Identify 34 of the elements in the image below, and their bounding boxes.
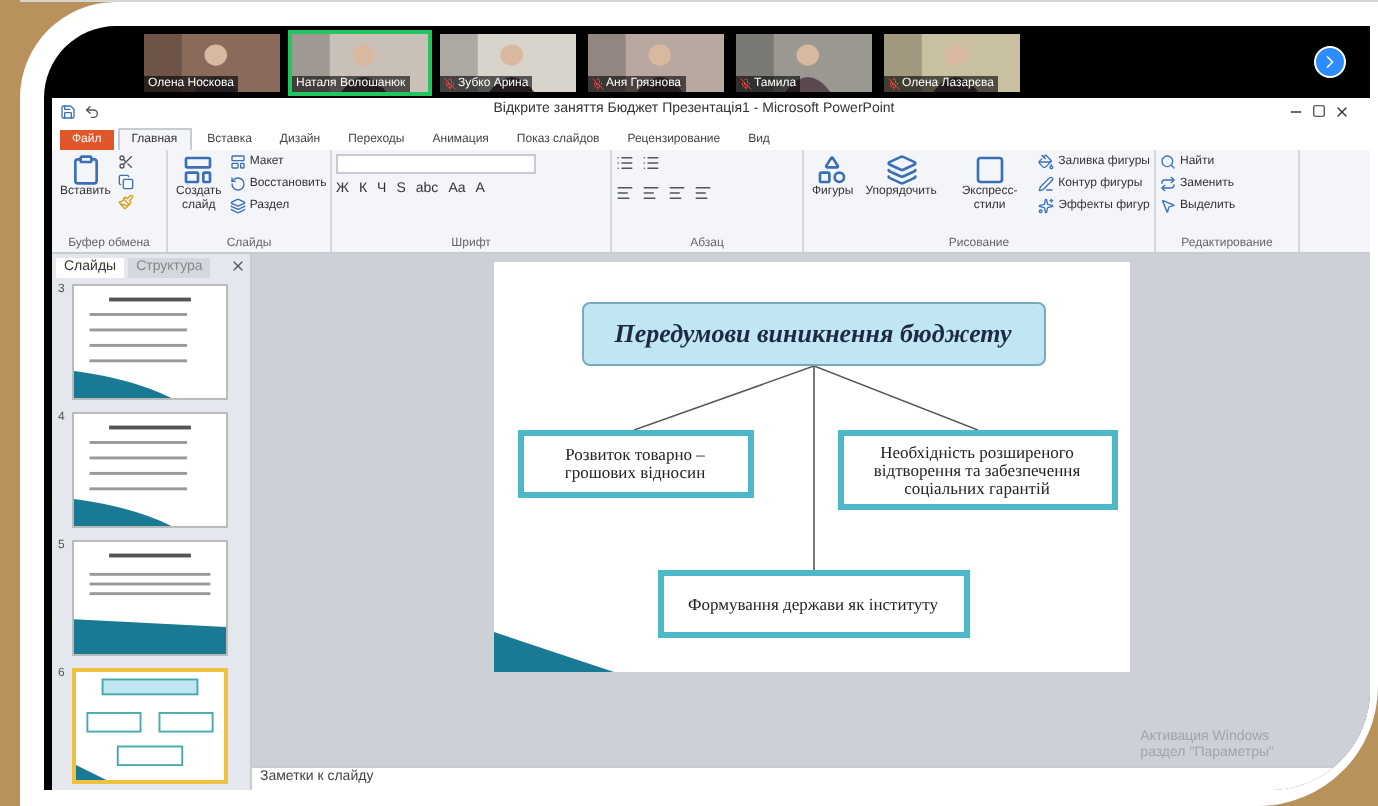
copy-icon[interactable] [118,174,135,190]
diagram-text: Формування держави як інституту [687,595,939,613]
font-name-field[interactable] [336,154,536,174]
arrange-icon [885,154,918,186]
numbering-icon[interactable] [642,154,660,172]
align-icon[interactable] [668,184,686,202]
quick-styles-icon [973,154,1006,186]
undo-icon[interactable] [84,103,100,119]
shape-fill-icon [1038,154,1055,170]
align-icon[interactable] [642,184,660,202]
slide-decoration-drawing [493,632,613,672]
align-icon[interactable] [694,184,712,202]
maximize-icon[interactable] [1312,104,1326,118]
diagram-text: Необхідність розширеного відтворення та забезпечення соціальних гарантій [871,443,1083,497]
bullets-icon[interactable] [616,154,634,172]
paste-icon [69,154,102,186]
find-icon [1160,154,1176,170]
save-icon[interactable] [60,103,76,119]
diagram-text: Розвиток товарно – грошових відносин [562,446,708,482]
next-page-button[interactable] [1314,46,1346,78]
close-pane-icon[interactable] [230,258,246,274]
reset-icon [229,176,246,192]
cut-icon[interactable] [118,154,135,170]
close-icon[interactable] [1334,103,1350,119]
shape-outline-icon [1038,176,1055,192]
slide-title: Передумови виникнення бюджету [614,316,1012,353]
layout-icon [229,154,246,170]
section-icon [229,198,246,214]
select-icon [1160,198,1176,214]
shapes-icon [816,154,849,186]
new-slide-icon [182,154,215,186]
align-icon[interactable] [616,184,634,202]
shape-effects-icon [1038,198,1055,214]
replace-icon [1160,176,1176,192]
